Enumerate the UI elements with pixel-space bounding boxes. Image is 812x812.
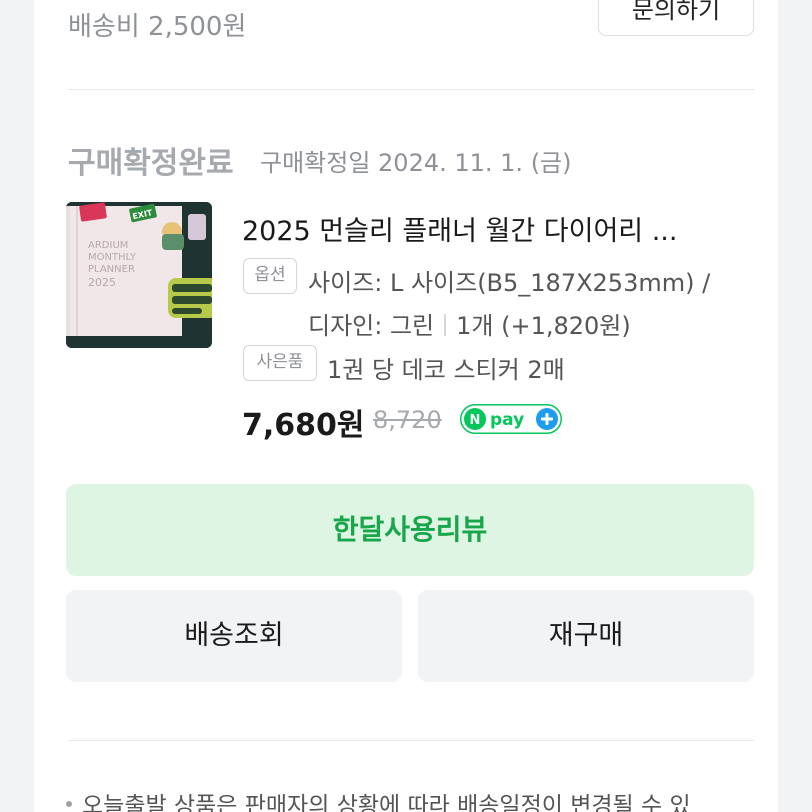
npay-plus-badge: N pay: [460, 404, 562, 434]
option-design: 디자인: 그린: [308, 312, 435, 340]
confirmed-date: 구매확정일 2024. 11. 1. (금): [260, 149, 572, 177]
thumb-text-4: 2025: [88, 276, 116, 289]
option-tag: 옵션: [243, 258, 297, 294]
option-quantity: 1개 (+1,820원): [456, 312, 631, 340]
shipping-fee: 배송비 2,500원: [68, 12, 247, 42]
order-status: 구매확정완료: [68, 146, 234, 181]
product-thumbnail[interactable]: ARDIUM MONTHLY PLANNER 2025 EXIT: [66, 202, 212, 348]
thumb-text-3: PLANNER: [88, 264, 135, 275]
notice-item: 오늘출발 상품은 판매자의 상황에 따라 배송일정이 변경될 수 있: [66, 786, 691, 812]
inquiry-button[interactable]: 문의하기: [598, 0, 754, 36]
bullet-icon: [66, 800, 72, 807]
gift-description: 1권 당 데코 스티커 2매: [327, 356, 565, 384]
thumb-text-1: ARDIUM: [88, 240, 128, 251]
separator: [444, 314, 447, 336]
sale-price: 7,680원: [242, 408, 365, 443]
original-price: 8,720: [373, 406, 442, 434]
thumb-text-2: MONTHLY: [88, 252, 137, 263]
option-size: 사이즈: L 사이즈(B5_187X253mm) /: [308, 269, 711, 297]
gift-tag: 사은품: [243, 345, 317, 381]
divider: [68, 89, 754, 90]
option-design-row: 디자인: 그린 1개 (+1,820원): [308, 306, 631, 341]
rebuy-button[interactable]: 재구매: [418, 590, 754, 682]
planner-image: ARDIUM MONTHLY PLANNER 2025 EXIT: [66, 202, 212, 348]
svg-text:N: N: [470, 413, 481, 428]
divider: [68, 740, 754, 741]
notice-text: 오늘출발 상품은 판매자의 상황에 따라 배송일정이 변경될 수 있: [82, 793, 691, 812]
monthly-review-button[interactable]: 한달사용리뷰: [66, 484, 754, 576]
npay-text: pay: [490, 410, 524, 430]
product-title[interactable]: 2025 먼슬리 플래너 월간 다이어리 ...: [242, 209, 677, 248]
track-delivery-button[interactable]: 배송조회: [66, 590, 402, 682]
order-detail-card: 배송비 2,500원 문의하기 구매확정완료 구매확정일 2024. 11. 1…: [34, 0, 778, 812]
